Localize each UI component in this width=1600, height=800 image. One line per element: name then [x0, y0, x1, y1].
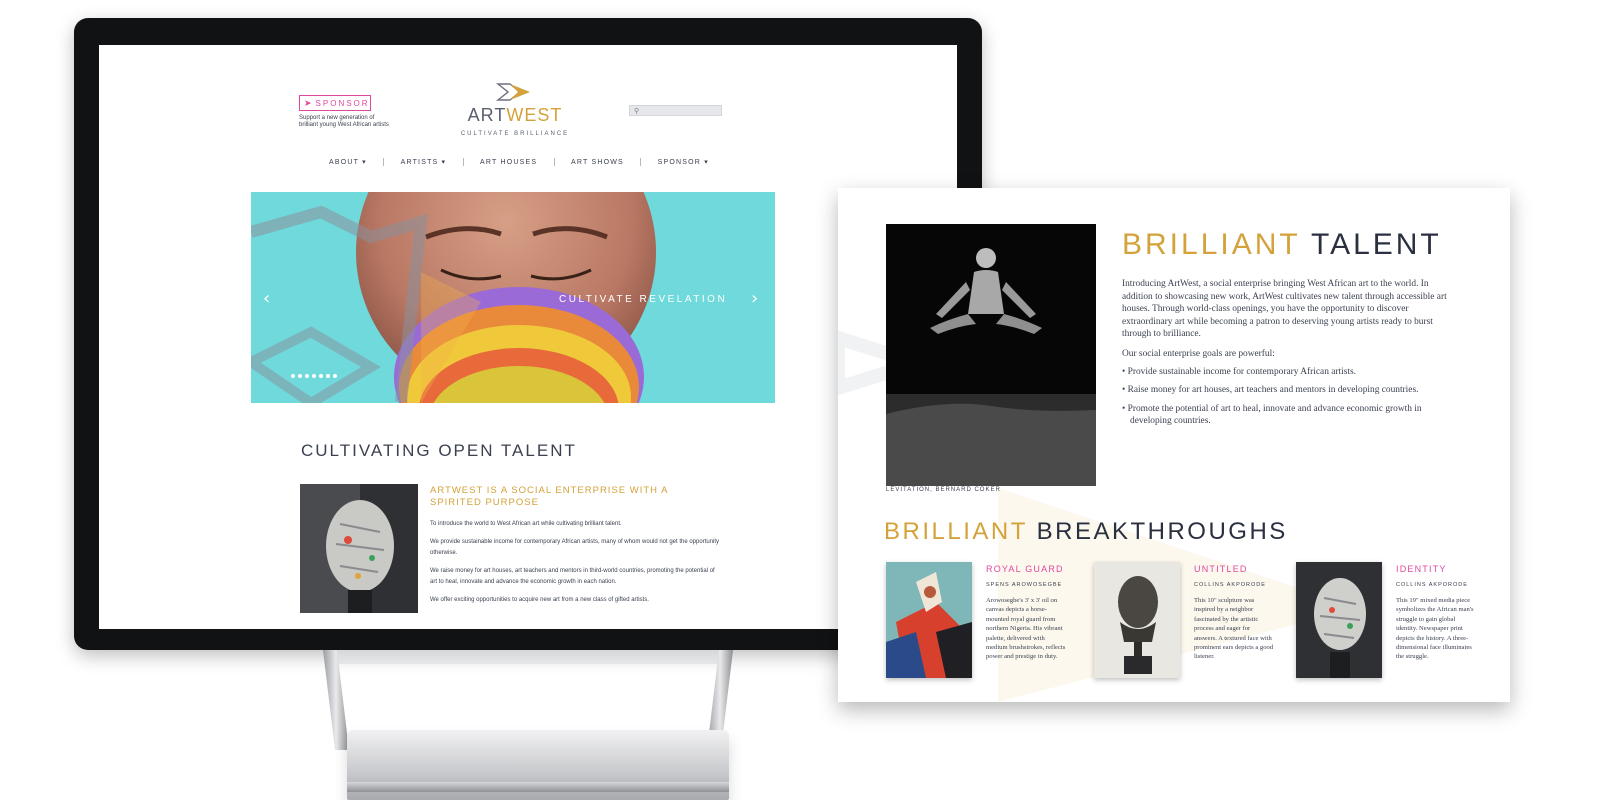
photo-caption: LEVITATION, BERNARD COKER — [886, 487, 1001, 493]
nav-divider — [462, 158, 464, 166]
carousel-dot[interactable] — [319, 374, 323, 378]
article-paragraph: To introduce the world to West African a… — [430, 521, 622, 527]
card-title: IDENTITY — [1396, 564, 1447, 574]
article-paragraph: We offer exciting opportunities to acqui… — [430, 597, 649, 603]
brilliant-talent-title: BRILLIANT TALENT — [1122, 228, 1442, 262]
nav-about[interactable]: ABOUT ▾ — [329, 158, 367, 166]
goal-item: Promote the potential of art to heal, in… — [1122, 403, 1452, 428]
nav-art-shows[interactable]: ART SHOWS — [571, 159, 624, 166]
card-artist: COLLINS AKPORODE — [1194, 582, 1266, 588]
carousel-dot[interactable] — [312, 374, 316, 378]
identity-artwork — [1296, 562, 1382, 678]
brilliant-breakthroughs-title: BRILLIANT BREAKTHROUGHS — [884, 518, 1288, 546]
goal-item: Provide sustainable income for contempor… — [1122, 366, 1452, 379]
title-word-gold: BRILLIANT — [884, 518, 1028, 545]
article-body: To introduce the world to West African a… — [430, 519, 720, 613]
card-description: This 19" mixed media piece symbolizes th… — [1396, 597, 1474, 661]
carousel-dot[interactable] — [291, 374, 295, 378]
carousel-dot[interactable] — [333, 374, 337, 378]
levitation-photo — [886, 224, 1096, 486]
carousel-next-icon[interactable]: › — [751, 288, 758, 309]
section-title: CULTIVATING OPEN TALENT — [301, 441, 577, 460]
logo-text-art: ART — [467, 105, 507, 125]
nav-divider — [383, 158, 385, 166]
nav-divider — [640, 158, 642, 166]
untitled-sculpture-image — [1094, 562, 1180, 678]
carousel-dots — [291, 374, 337, 378]
print-brochure: LEVITATION, BERNARD COKER BRILLIANT TALE… — [838, 188, 1510, 702]
title-word-gold: BRILLIANT — [1122, 228, 1301, 261]
search-box[interactable]: ⚲ — [629, 105, 722, 116]
search-input[interactable] — [639, 106, 720, 115]
nav-artists[interactable]: ARTISTS ▾ — [401, 158, 447, 166]
article-heading: ARTWEST IS A SOCIAL ENTERPRISE WITH A SP… — [430, 485, 668, 508]
royal-guard-artwork — [886, 562, 972, 678]
arrow-icon: ➤ — [304, 97, 312, 108]
title-word-navy: TALENT — [1310, 228, 1442, 261]
identity-sculpture-image — [300, 484, 418, 613]
carousel-dot[interactable] — [326, 374, 330, 378]
goals-list: Provide sustainable income for contempor… — [1122, 366, 1452, 428]
card-artist: COLLINS AKPORODE — [1396, 582, 1468, 588]
brochure-intro: Introducing ArtWest, a social enterprise… — [1122, 279, 1447, 340]
card-title: ROYAL GUARD — [986, 564, 1064, 574]
artwest-logo-text[interactable]: ARTWEST — [459, 105, 571, 126]
logo-tagline: CULTIVATE BRILLIANCE — [460, 131, 570, 137]
card-title: UNTITLED — [1194, 564, 1248, 574]
title-word-navy: BREAKTHROUGHS — [1036, 518, 1288, 545]
article-paragraph: We raise money for art houses, art teach… — [430, 568, 715, 585]
card-description: Arowosegbe's 3' x 3' oil on canvas depic… — [986, 597, 1066, 661]
main-nav: ABOUT ▾ ARTISTS ▾ ART HOUSES ART SHOWS S… — [329, 158, 709, 166]
monitor-stand-base — [347, 730, 729, 800]
hero-caption: CULTIVATE REVELATION — [559, 294, 728, 305]
nav-art-houses[interactable]: ART HOUSES — [480, 159, 537, 166]
sponsor-subtext: Support a new generation of brilliant yo… — [299, 115, 389, 128]
sponsor-badge-label: SPONSOR — [315, 98, 370, 108]
artwest-logo-icon[interactable] — [496, 80, 534, 104]
carousel-dot[interactable] — [298, 374, 302, 378]
carousel-prev-icon[interactable]: ‹ — [263, 288, 270, 309]
logo-text-west: WEST — [506, 105, 563, 125]
goal-item: Raise money for art houses, art teachers… — [1122, 384, 1452, 397]
goals-block: Our social enterprise goals are powerful… — [1122, 348, 1452, 434]
nav-sponsor[interactable]: SPONSOR ▾ — [658, 158, 709, 166]
goals-intro: Our social enterprise goals are powerful… — [1122, 349, 1275, 359]
website-screen: ➤ SPONSOR Support a new generation of br… — [99, 45, 957, 629]
card-description: This 10" sculpture was inspired by a nei… — [1194, 597, 1274, 661]
card-artist: SPENS AROWOSEGBE — [986, 582, 1063, 588]
sponsor-badge-button[interactable]: ➤ SPONSOR — [299, 95, 371, 111]
nav-divider — [553, 158, 555, 166]
carousel-dot[interactable] — [305, 374, 309, 378]
article-paragraph: We provide sustainable income for contem… — [430, 539, 720, 556]
hero-carousel[interactable]: ‹ CULTIVATE REVELATION › — [251, 192, 775, 403]
